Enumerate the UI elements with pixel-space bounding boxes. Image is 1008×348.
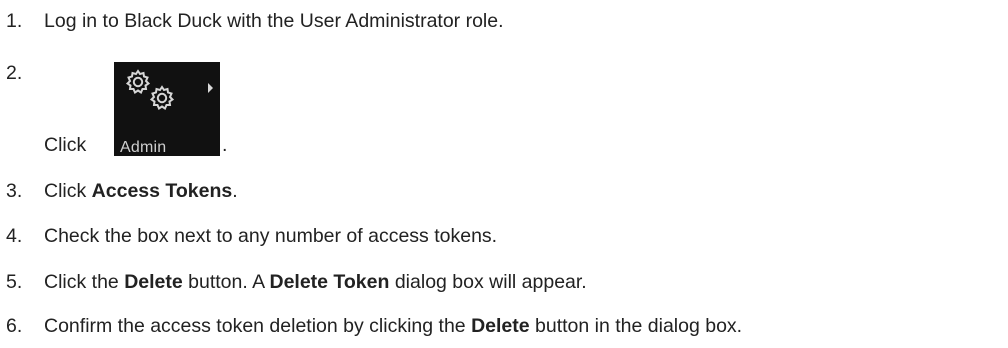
admin-label: Admin	[120, 139, 167, 156]
step-text-part: dialog box will appear.	[389, 271, 587, 293]
delete-term: Delete	[124, 271, 183, 293]
step-text-part: .	[232, 180, 238, 202]
caret-right-icon	[208, 83, 213, 93]
step-text: Click Access Tokens.	[44, 180, 238, 203]
step-number: 5.	[6, 271, 23, 293]
admin-menu-image: Admin	[114, 62, 220, 156]
delete-term: Delete	[471, 315, 530, 337]
step-text-part: Confirm the access token deletion by cli…	[44, 315, 472, 337]
step-text-part: Click the	[44, 271, 125, 293]
step-number: 4.	[6, 225, 23, 247]
step-number: 1.	[6, 10, 23, 32]
step-text-part: Check the box next to any number of acce…	[44, 225, 498, 247]
step-text-part: Log in to Black Duck with the User Admin…	[44, 10, 504, 32]
step-text-part: button. A	[182, 271, 270, 293]
step-number: 6.	[6, 315, 23, 337]
step-text: Log in to Black Duck with the User Admin…	[44, 10, 504, 33]
step-text: Click the Delete button. A Delete Token …	[44, 271, 587, 294]
step-text-part: Click	[44, 180, 92, 202]
instruction-list: 1. Log in to Black Duck with the User Ad…	[0, 0, 1008, 348]
step-number: 2.	[6, 62, 23, 84]
step-number: 3.	[6, 180, 23, 202]
step-text: Click	[44, 134, 86, 157]
step-text: Check the box next to any number of acce…	[44, 225, 497, 248]
delete-token-term: Delete Token	[269, 271, 390, 293]
step-text-part: button in the dialog box.	[529, 315, 743, 337]
click-label: Click	[44, 134, 87, 156]
step-2-period: .	[222, 134, 228, 156]
access-tokens-term: Access Tokens	[91, 180, 233, 202]
step-text: Confirm the access token deletion by cli…	[44, 315, 742, 338]
